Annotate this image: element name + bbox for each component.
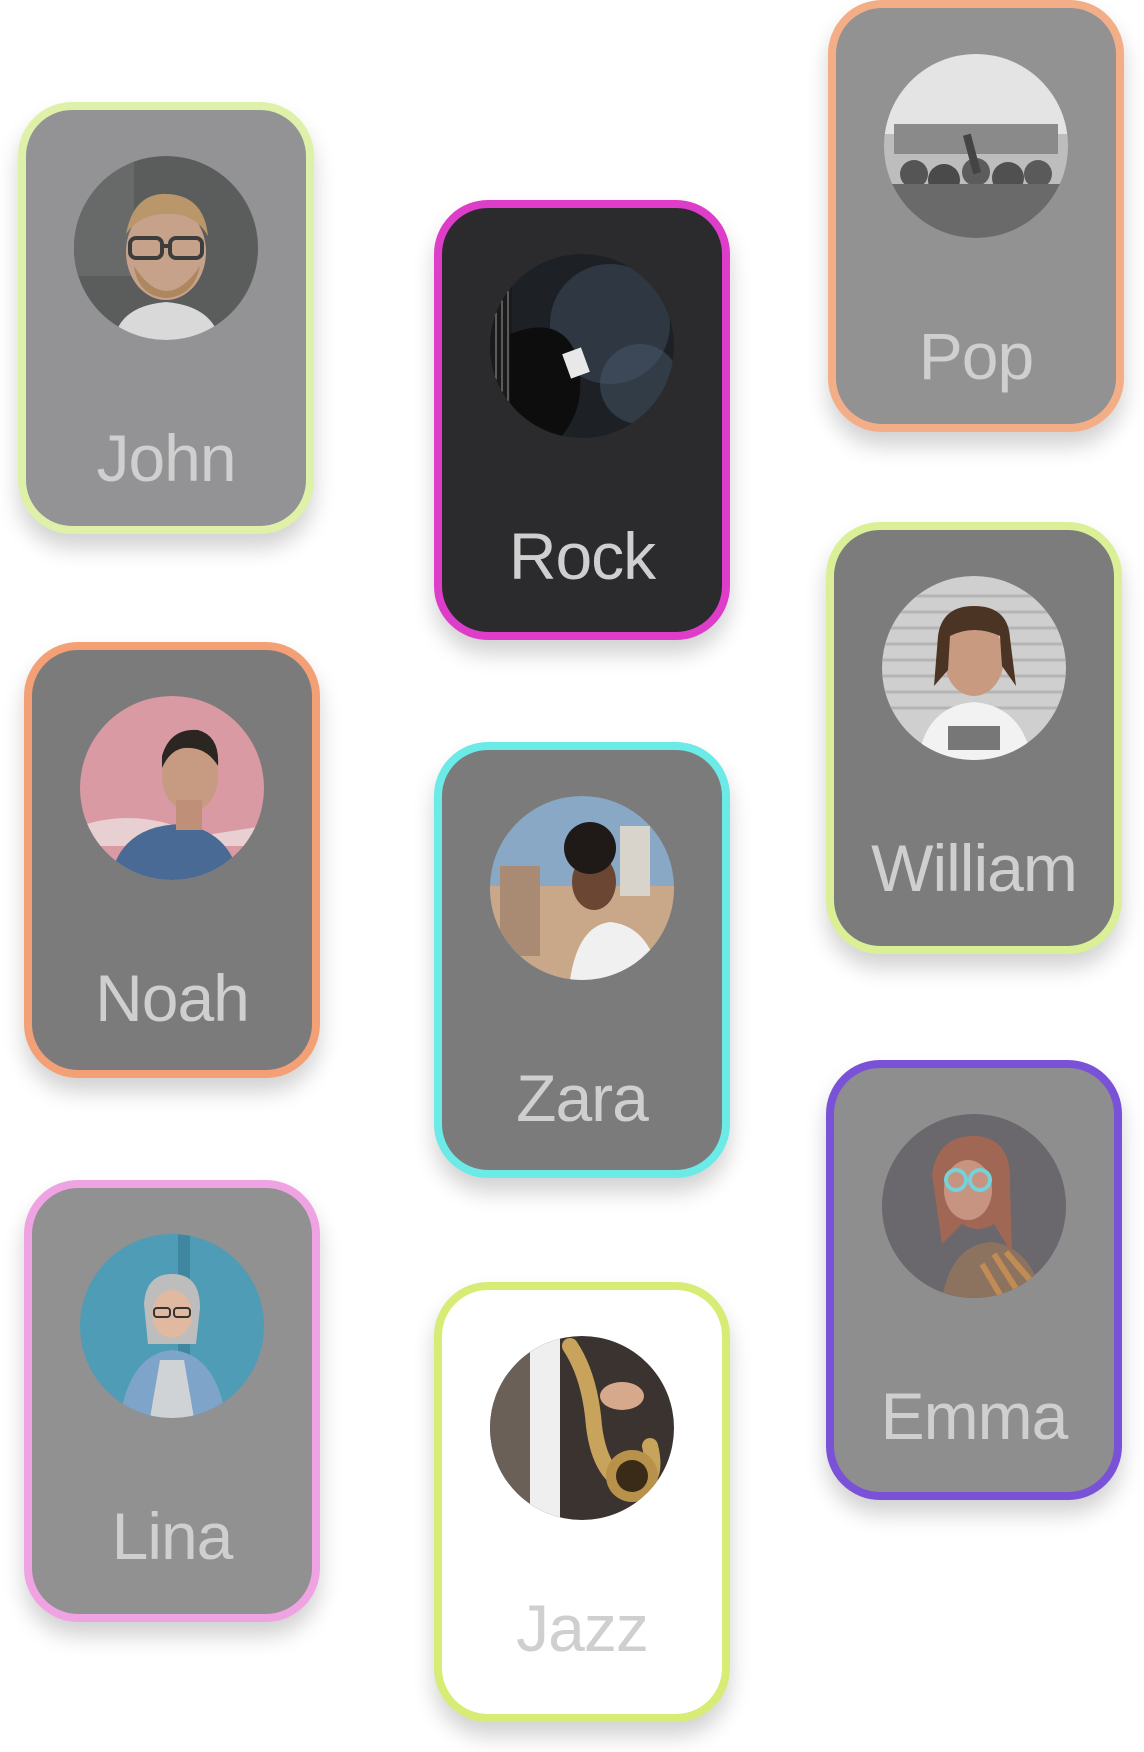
saxophone-genre-icon [490, 1336, 674, 1520]
portrait-noah-icon [80, 696, 264, 880]
card-label: Rock [508, 519, 656, 593]
card-rock[interactable]: Rock [434, 200, 730, 640]
card-label: Noah [95, 961, 250, 1035]
card-lina[interactable]: Lina [24, 1180, 320, 1622]
portrait-emma-icon [882, 1114, 1066, 1298]
card-emma[interactable]: Emma [826, 1060, 1122, 1500]
card-label: Jazz [516, 1591, 649, 1665]
card-zara[interactable]: Zara [434, 742, 730, 1178]
guitar-genre-icon [490, 254, 674, 438]
portrait-zara-icon [490, 796, 674, 980]
card-william[interactable]: William [826, 522, 1122, 954]
card-label: Lina [111, 1499, 234, 1573]
card-noah[interactable]: Noah [24, 642, 320, 1078]
portrait-john-icon [74, 156, 258, 340]
card-pop[interactable]: Pop [828, 0, 1124, 432]
concert-crowd-icon [884, 54, 1068, 238]
card-jazz[interactable]: Jazz [434, 1282, 730, 1722]
card-label: Pop [918, 319, 1034, 393]
card-john[interactable]: John [18, 102, 314, 534]
card-label: Emma [880, 1379, 1069, 1453]
card-label: John [96, 421, 236, 495]
card-label: William [871, 831, 1078, 905]
portrait-lina-icon [80, 1234, 264, 1418]
portrait-william-icon [882, 576, 1066, 760]
card-label: Zara [516, 1061, 649, 1135]
